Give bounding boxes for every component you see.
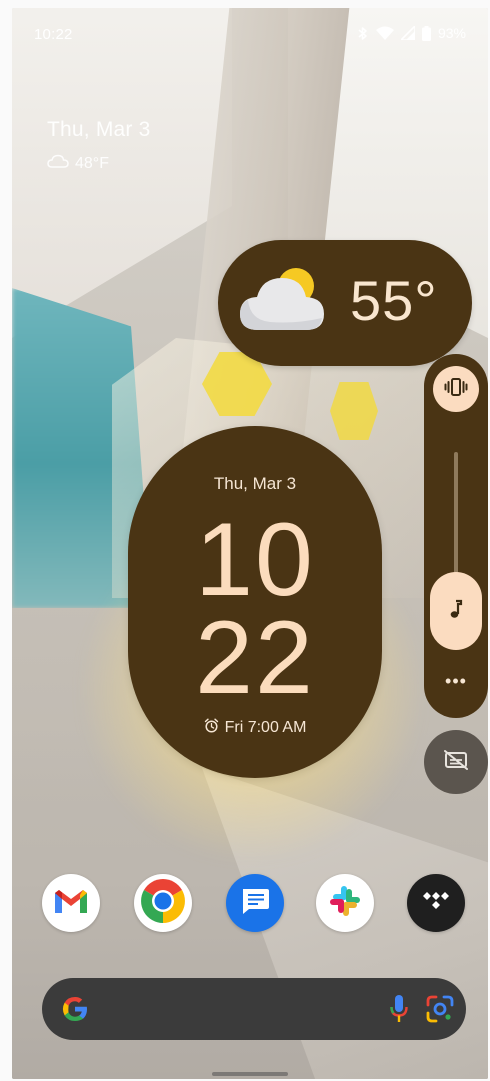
ringer-mode-button[interactable] [433, 366, 479, 412]
slack-icon [328, 884, 362, 923]
messages-icon [239, 886, 271, 921]
app-dock [12, 874, 488, 950]
clock-hour: 10 [195, 502, 315, 618]
wallpaper-hexagon [330, 382, 378, 440]
chrome-icon [138, 876, 188, 931]
next-alarm[interactable]: Fri 7:00 AM [128, 718, 382, 738]
live-caption-button[interactable] [424, 730, 488, 794]
slack-app[interactable] [316, 874, 374, 932]
battery-percent: 93% [437, 25, 466, 41]
vibrate-icon [444, 377, 468, 401]
weather-temperature: 55° [350, 269, 438, 332]
gesture-navigation-bar[interactable] [212, 1072, 288, 1076]
live-caption-off-icon [443, 749, 469, 776]
at-a-glance-weather[interactable]: 48°F [47, 154, 109, 173]
music-note-icon [449, 599, 463, 624]
gmail-app[interactable] [42, 874, 100, 932]
google-g-icon [60, 994, 90, 1029]
cloud-icon [47, 154, 69, 173]
home-screen: 10:22 93% Thu, Mar 3 48°F 55° Thu, Mar 3… [12, 8, 488, 1079]
signal-icon [400, 26, 415, 40]
alarm-time: Fri 7:00 AM [224, 719, 307, 736]
tidal-app[interactable] [407, 874, 465, 932]
status-icons: 93% [357, 25, 466, 41]
bluetooth-icon [357, 26, 369, 41]
chrome-app[interactable] [134, 874, 192, 932]
clock-minute: 22 [195, 600, 315, 716]
volume-slider-thumb[interactable] [430, 572, 482, 650]
battery-icon [421, 25, 431, 41]
lens-icon[interactable] [424, 993, 456, 1030]
volume-panel: ••• [424, 354, 488, 718]
mic-icon[interactable] [388, 993, 410, 1030]
partly-cloudy-icon [236, 264, 328, 341]
at-a-glance-temperature: 48°F [75, 154, 109, 172]
gmail-icon [53, 887, 89, 920]
status-bar[interactable]: 10:22 93% [12, 8, 488, 54]
alarm-icon [204, 718, 219, 738]
status-time: 10:22 [34, 26, 73, 43]
google-search-bar[interactable] [42, 978, 466, 1040]
tidal-icon [419, 889, 453, 918]
at-a-glance-date[interactable]: Thu, Mar 3 [47, 118, 151, 142]
clock-date: Thu, Mar 3 [213, 474, 297, 493]
volume-more-button[interactable]: ••• [424, 672, 488, 690]
wifi-icon [375, 26, 394, 40]
weather-widget[interactable]: 55° [218, 240, 472, 366]
messages-app[interactable] [226, 874, 284, 932]
clock-widget[interactable]: Thu, Mar 3 10 22 Fri 7:00 AM [128, 426, 382, 778]
